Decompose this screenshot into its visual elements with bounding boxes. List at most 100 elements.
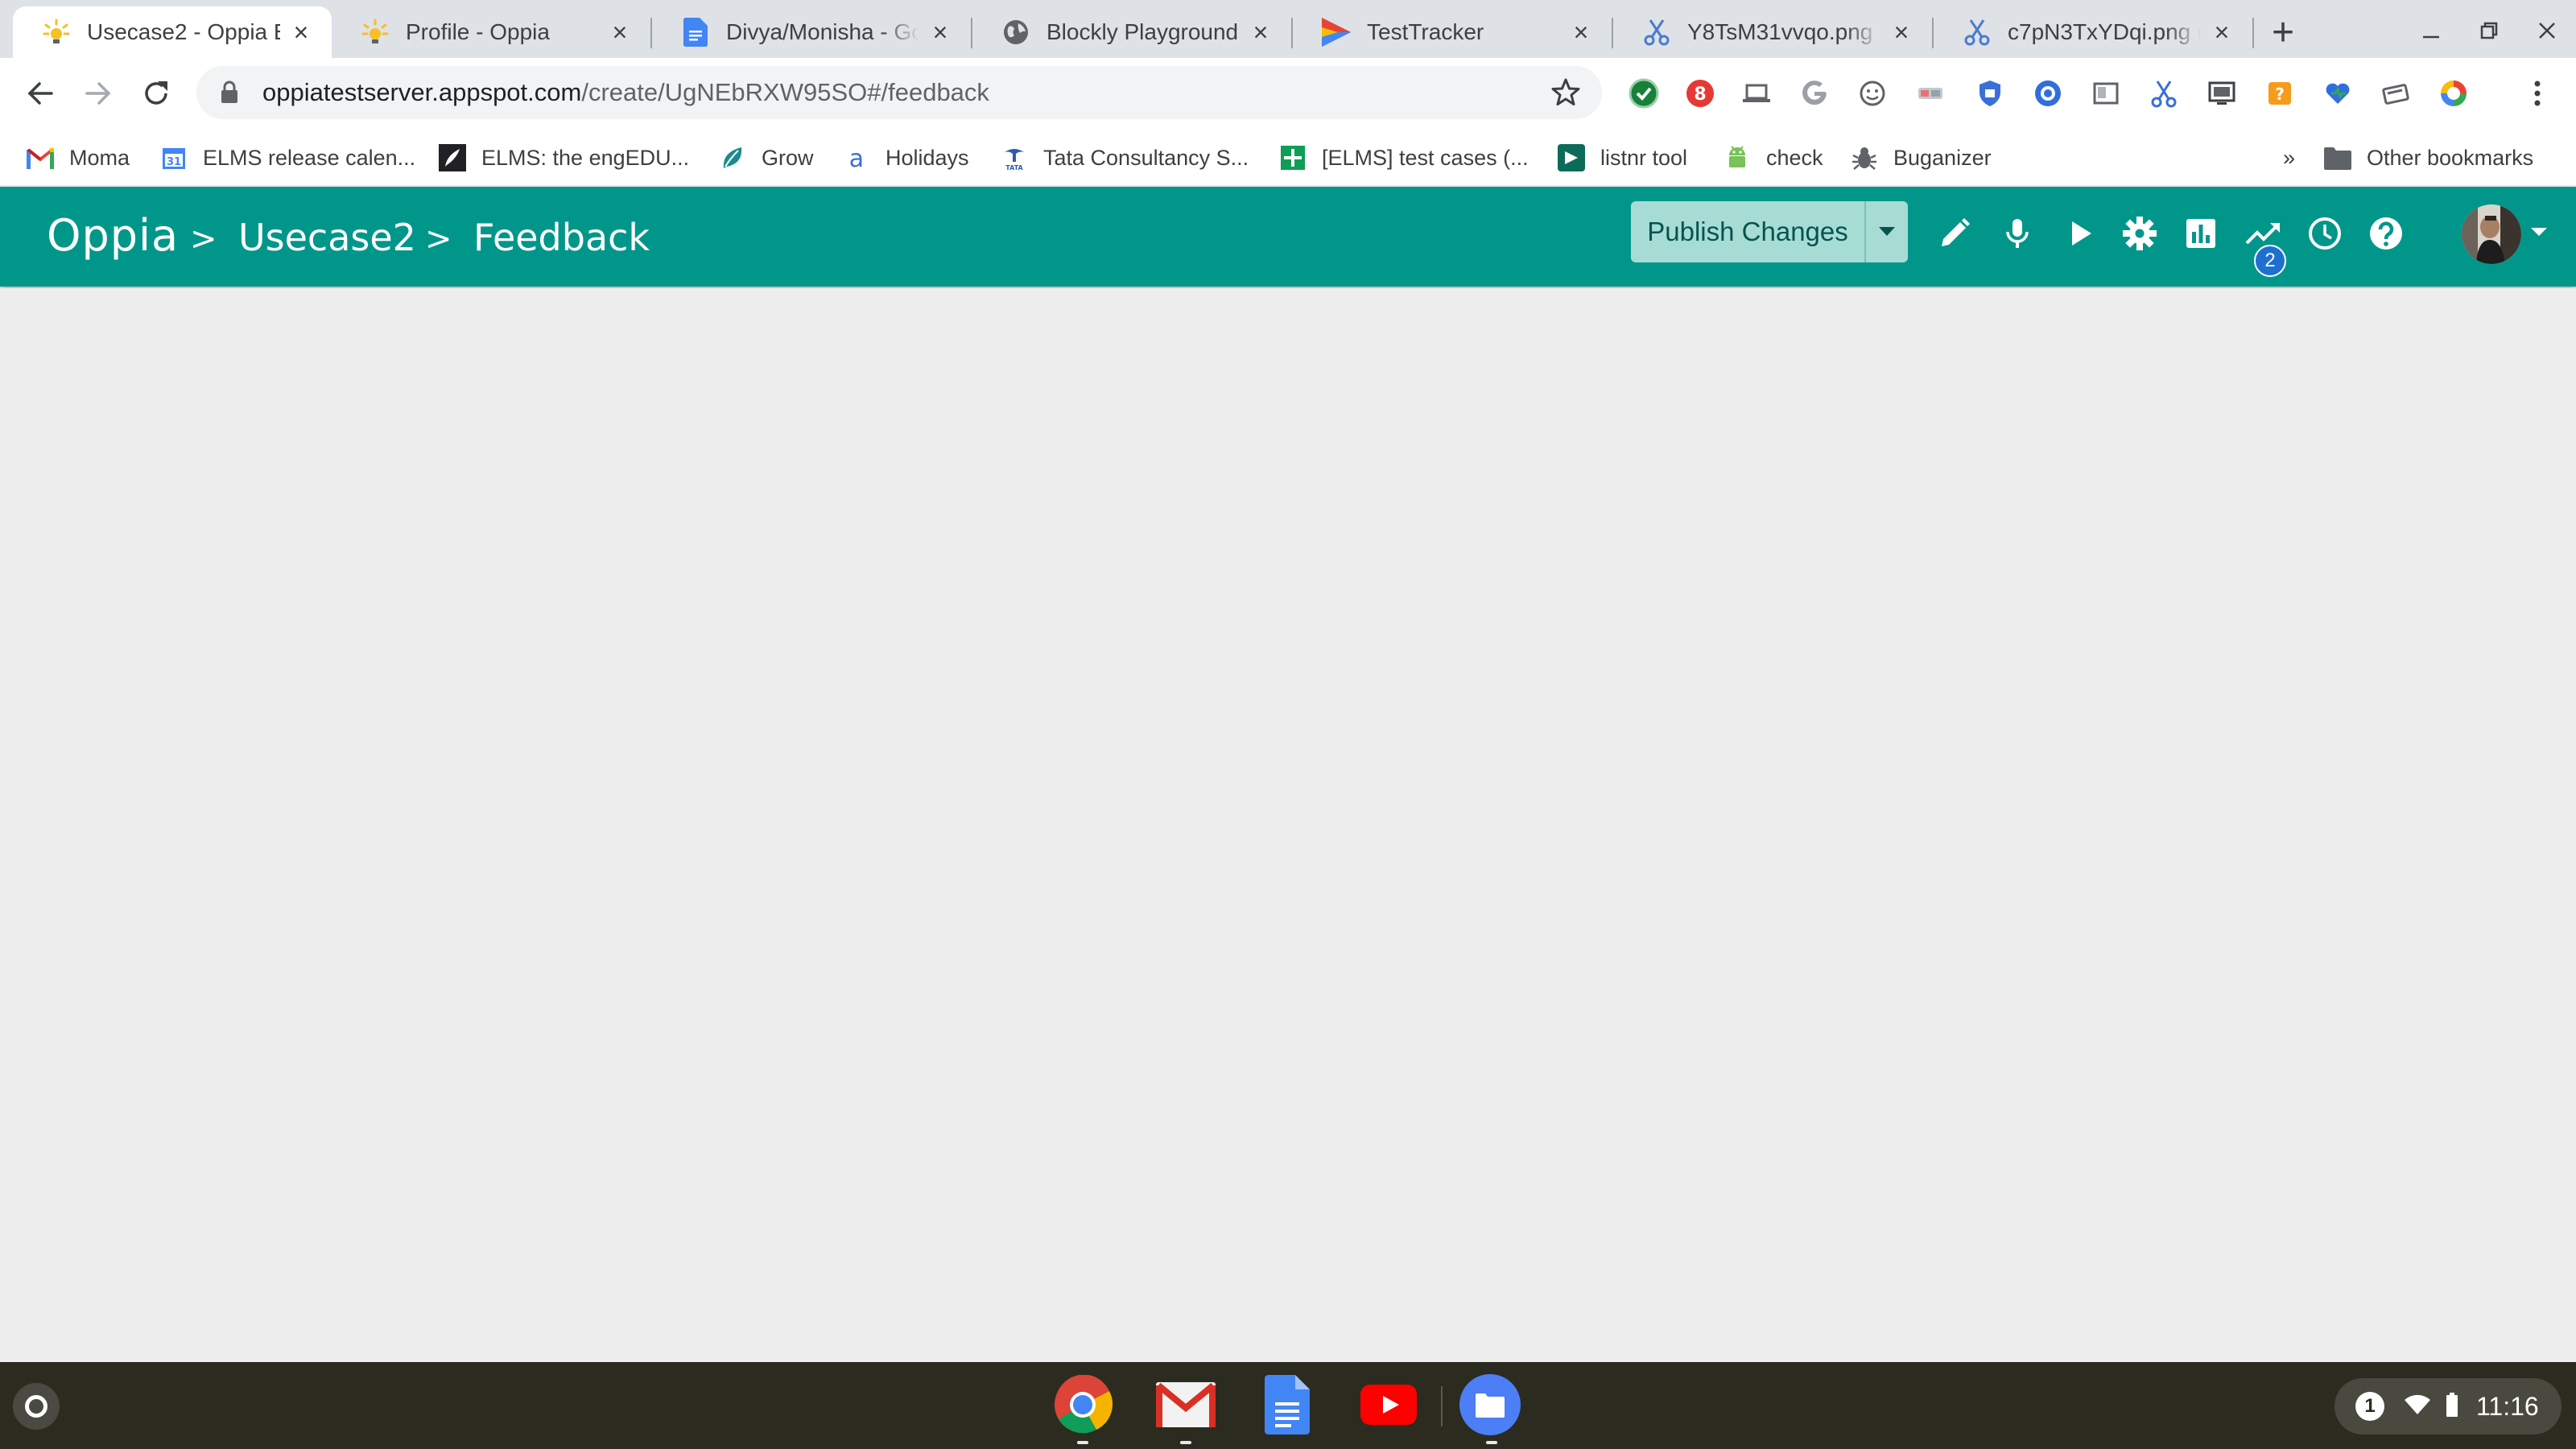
bookmark-label: Tata Consultancy S... — [1043, 145, 1249, 170]
user-avatar[interactable] — [2462, 204, 2521, 264]
publish-dropdown-toggle[interactable] — [1866, 201, 1908, 262]
close-icon[interactable]: × — [2209, 18, 2235, 47]
breadcrumb-separator: > — [425, 221, 452, 258]
bookmark-listnr-tool[interactable]: listnr tool — [1557, 138, 1687, 177]
android-icon — [1723, 143, 1752, 172]
bookmark-grow[interactable]: Grow — [718, 138, 814, 177]
monitor-extension-icon[interactable] — [2204, 76, 2240, 111]
logo-text: Oppia — [47, 209, 180, 261]
colorful-extension-icon[interactable] — [2436, 76, 2471, 111]
launcher-button[interactable] — [13, 1383, 60, 1430]
google-extension-icon[interactable] — [1797, 76, 1832, 111]
bookmark-elms-engedu[interactable]: ELMS: the engEDU... — [438, 138, 689, 177]
new-tab-button[interactable]: + — [2264, 11, 2302, 54]
lock-icon[interactable] — [216, 79, 243, 106]
status-tray[interactable]: 1 11:16 — [2334, 1378, 2562, 1435]
publish-changes-button[interactable]: Publish Changes — [1631, 201, 1866, 262]
chrome-menu-icon[interactable] — [2520, 76, 2555, 111]
minimize-icon[interactable] — [2412, 13, 2450, 48]
face-extension-icon[interactable] — [1855, 76, 1890, 111]
svg-text:31: 31 — [167, 156, 181, 168]
back-button[interactable] — [19, 72, 61, 114]
check-extension-icon[interactable] — [1626, 76, 1662, 111]
bookmark-label: Moma — [69, 145, 130, 170]
tab-title: Blockly Playground — [1046, 19, 1239, 44]
docs-app-icon[interactable] — [1256, 1373, 1319, 1436]
oppia-logo[interactable]: Oppia — [47, 204, 179, 266]
scissors-icon — [1642, 18, 1671, 47]
address-bar[interactable]: oppiatestserver.appspot.com/create/UgNEb… — [196, 66, 1602, 119]
close-icon[interactable]: × — [927, 18, 953, 47]
orange-extension-icon[interactable]: ? — [2262, 76, 2297, 111]
bookmark-check[interactable]: check — [1723, 138, 1823, 177]
restore-icon[interactable] — [2470, 13, 2508, 48]
shield-extension-icon[interactable] — [1972, 76, 2008, 111]
red-extension-icon[interactable]: 8 — [1682, 76, 1718, 111]
close-icon[interactable]: × — [1248, 18, 1274, 47]
google-docs-icon — [681, 18, 710, 47]
scissors-icon — [1963, 18, 1992, 47]
close-window-icon[interactable] — [2528, 13, 2566, 48]
bookmark-star-icon[interactable] — [1550, 77, 1581, 108]
history-clock-icon[interactable] — [2302, 211, 2347, 256]
close-icon[interactable]: × — [607, 18, 633, 47]
bookmark-moma[interactable]: Moma — [26, 138, 130, 177]
close-icon[interactable]: × — [1568, 18, 1594, 47]
tab-c7pn3txydqi[interactable]: c7pN3TxYDqi.png (7 × — [1934, 6, 2252, 58]
svg-text:a: a — [849, 145, 864, 171]
preview-play-icon[interactable] — [2058, 211, 2103, 256]
chrome-app-icon[interactable] — [1051, 1373, 1114, 1436]
tab-divya-monisha[interactable]: Divya/Monisha - Goo × — [652, 6, 971, 58]
tab-title: TestTracker — [1367, 19, 1484, 44]
svg-text:?: ? — [2275, 85, 2285, 104]
leaf-icon — [718, 143, 747, 172]
breadcrumb-current-tab: Feedback — [473, 216, 650, 259]
oppia-editor-navbar: Oppia > Usecase2 > Feedback Publish Chan… — [0, 187, 2576, 287]
tab-usecase2[interactable]: Usecase2 - Oppia Ed × — [13, 6, 332, 58]
laptop-extension-icon[interactable] — [1739, 76, 1774, 111]
blue-circle-extension-icon[interactable] — [2030, 76, 2066, 111]
close-icon[interactable]: × — [288, 18, 314, 47]
bookmarks-bar: Moma 31 ELMS release calen... ELMS: the … — [0, 127, 2576, 185]
globe-icon — [1001, 18, 1030, 47]
other-bookmarks-folder[interactable]: Other bookmarks — [2323, 138, 2533, 177]
improvements-count-badge: 2 — [2254, 245, 2286, 277]
edit-pencil-icon[interactable] — [1932, 211, 1977, 256]
gmail-app-icon[interactable] — [1154, 1373, 1217, 1436]
bookmark-label: [ELMS] test cases (... — [1322, 145, 1529, 170]
youtube-app-icon[interactable] — [1357, 1373, 1420, 1436]
os-shelf: 1 11:16 — [0, 1362, 2576, 1449]
breadcrumb-exploration-title: Usecase2 — [238, 216, 416, 259]
tab-title: Divya/Monisha - Goo — [726, 19, 919, 44]
files-app-icon[interactable] — [1459, 1373, 1521, 1436]
tab-blockly-playground[interactable]: Blockly Playground × — [972, 6, 1291, 58]
svg-text:TATA: TATA — [1005, 164, 1023, 171]
help-question-icon[interactable] — [2363, 211, 2409, 256]
bookmark-holidays[interactable]: a Holidays — [842, 138, 969, 177]
card-extension-icon[interactable] — [2378, 76, 2413, 111]
bookmark-elms-test-cases[interactable]: [ELMS] test cases (... — [1278, 138, 1529, 177]
microphone-icon[interactable] — [1995, 211, 2040, 256]
settings-gear-icon[interactable] — [2117, 211, 2162, 256]
close-icon[interactable]: × — [1889, 18, 1914, 47]
testtracker-icon — [1322, 18, 1351, 47]
tab-profile[interactable]: Profile - Oppia × — [332, 6, 650, 58]
forward-button[interactable] — [77, 72, 119, 114]
badge-extension-icon[interactable] — [1913, 76, 1948, 111]
calendar-icon: 31 — [159, 143, 188, 172]
reload-button[interactable] — [135, 72, 177, 114]
bookmark-buganizer[interactable]: Buganizer — [1850, 138, 1992, 177]
tab-y8tsm31vvqo[interactable]: Y8TsM31vvqo.png (1 × — [1613, 6, 1932, 58]
heart-extension-icon[interactable] — [2320, 76, 2355, 111]
launcher-circle-icon — [25, 1395, 47, 1418]
tab-testtracker[interactable]: TestTracker × — [1293, 6, 1612, 58]
bookmark-elms-release-calendar[interactable]: 31 ELMS release calen... — [159, 138, 415, 177]
breadcrumb-separator: > — [190, 221, 217, 258]
bookmarks-overflow-button[interactable]: » — [2283, 138, 2295, 177]
scissors-extension-icon[interactable] — [2146, 76, 2182, 111]
caret-down-icon — [1879, 227, 1895, 236]
statistics-bar-chart-icon[interactable] — [2178, 211, 2223, 256]
window-extension-icon[interactable] — [2088, 76, 2124, 111]
bookmark-tata-consultancy[interactable]: TATA Tata Consultancy S... — [1000, 138, 1249, 177]
user-menu-caret-icon[interactable] — [2529, 225, 2552, 248]
